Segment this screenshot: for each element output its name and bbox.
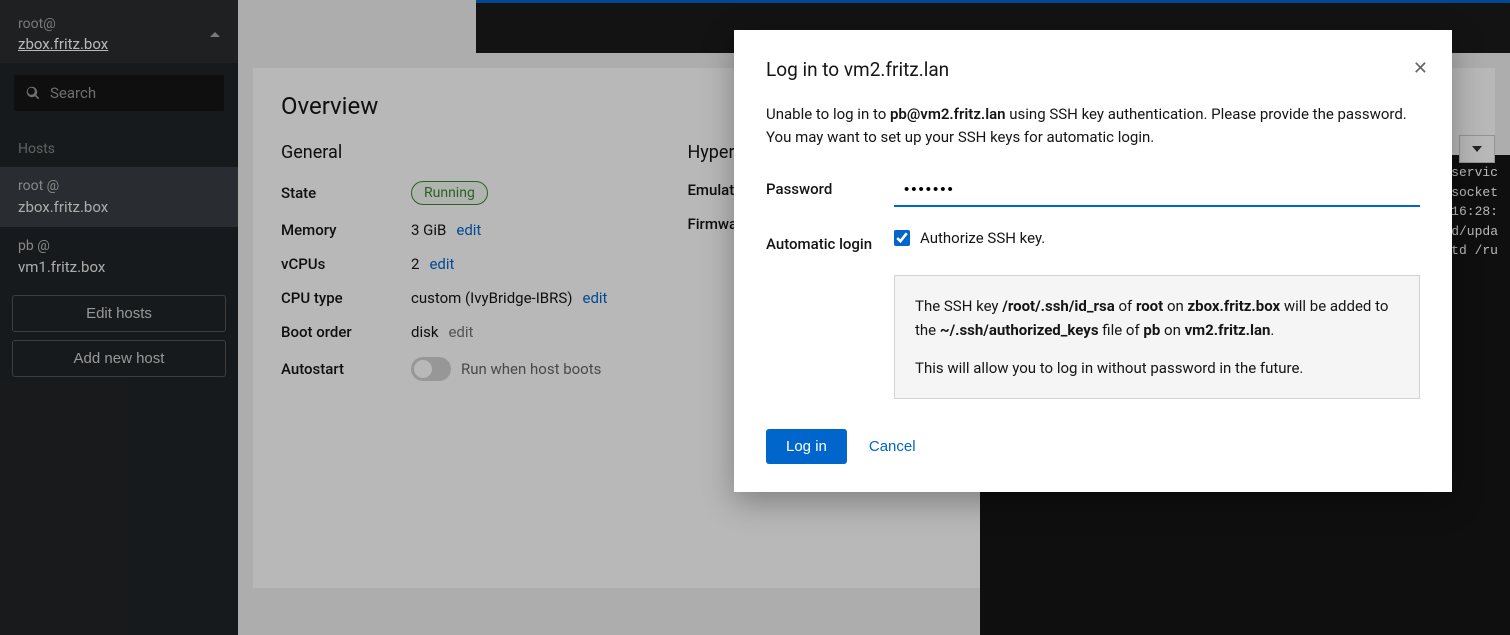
login-modal: Log in to vm2.fritz.lan ✕ Unable to log … bbox=[734, 30, 1452, 492]
ssh-key-info-box: The SSH key /root/.ssh/id_rsa of root on… bbox=[894, 275, 1420, 399]
modal-title: Log in to vm2.fritz.lan bbox=[766, 58, 1420, 81]
modal-description: Unable to log in to pb@vm2.fritz.lan usi… bbox=[766, 103, 1420, 148]
autologin-label: Automatic login bbox=[766, 229, 894, 253]
password-label: Password bbox=[766, 174, 894, 198]
authorize-checkbox-label[interactable]: Authorize SSH key. bbox=[894, 229, 1420, 247]
login-button[interactable]: Log in bbox=[766, 429, 847, 464]
authorize-checkbox[interactable] bbox=[894, 230, 910, 246]
close-icon[interactable]: ✕ bbox=[1413, 58, 1428, 79]
password-input[interactable] bbox=[894, 174, 1420, 207]
cancel-button[interactable]: Cancel bbox=[869, 438, 916, 455]
